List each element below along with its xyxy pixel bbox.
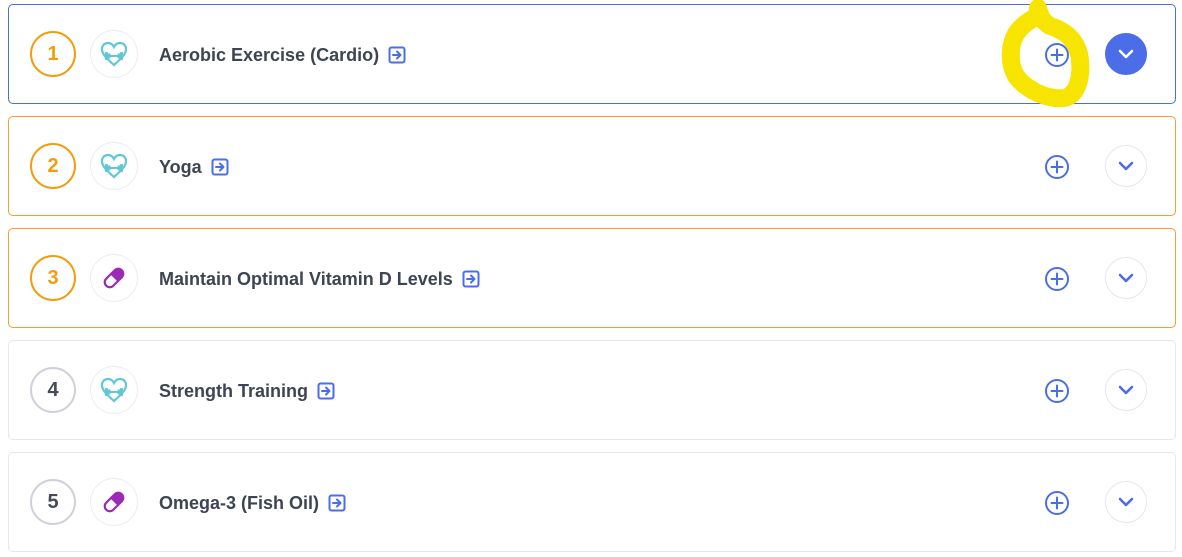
rank-badge: 3 [30, 255, 76, 301]
list-item[interactable]: 5 Omega-3 (Fish Oil) [8, 452, 1176, 552]
item-title[interactable]: Omega-3 (Fish Oil) [159, 493, 319, 514]
item-title[interactable]: Yoga [159, 157, 202, 178]
add-button[interactable] [1044, 42, 1070, 68]
chevron-down-icon [1118, 49, 1134, 59]
item-title[interactable]: Aerobic Exercise (Cardio) [159, 45, 379, 66]
pill-icon [90, 478, 138, 526]
open-link-icon[interactable] [328, 494, 346, 512]
rank-badge: 4 [30, 367, 76, 413]
chevron-down-icon [1118, 273, 1134, 283]
expand-button[interactable] [1105, 369, 1147, 411]
add-button[interactable] [1044, 154, 1070, 180]
rank-badge: 1 [30, 31, 76, 77]
heart-dumbbell-icon [90, 142, 138, 190]
open-link-icon[interactable] [388, 46, 406, 64]
rank-badge: 2 [30, 143, 76, 189]
list-item[interactable]: 1 Aerobic Exercise (Cardio) [8, 4, 1176, 104]
open-link-icon[interactable] [211, 158, 229, 176]
item-title[interactable]: Maintain Optimal Vitamin D Levels [159, 269, 453, 290]
chevron-down-icon [1118, 161, 1134, 171]
item-title[interactable]: Strength Training [159, 381, 308, 402]
add-button[interactable] [1044, 266, 1070, 292]
expand-button[interactable] [1105, 481, 1147, 523]
plus-circle-icon [1045, 379, 1069, 403]
open-link-icon[interactable] [317, 382, 335, 400]
rank-badge: 5 [30, 479, 76, 525]
expand-button[interactable] [1105, 145, 1147, 187]
plus-circle-icon [1045, 267, 1069, 291]
recommendation-list: 1 Aerobic Exercise (Cardio) 2 Yoga 3 Mai… [0, 0, 1182, 557]
list-item[interactable]: 3 Maintain Optimal Vitamin D Levels [8, 228, 1176, 328]
expand-button[interactable] [1105, 257, 1147, 299]
add-button[interactable] [1044, 378, 1070, 404]
plus-circle-icon [1045, 43, 1069, 67]
list-item[interactable]: 4 Strength Training [8, 340, 1176, 440]
plus-circle-icon [1045, 491, 1069, 515]
add-button[interactable] [1044, 490, 1070, 516]
heart-dumbbell-icon [90, 366, 138, 414]
collapse-button[interactable] [1105, 33, 1147, 75]
chevron-down-icon [1118, 385, 1134, 395]
chevron-down-icon [1118, 497, 1134, 507]
pill-icon [90, 254, 138, 302]
list-item[interactable]: 2 Yoga [8, 116, 1176, 216]
heart-dumbbell-icon [90, 30, 138, 78]
open-link-icon[interactable] [462, 270, 480, 288]
plus-circle-icon [1045, 155, 1069, 179]
